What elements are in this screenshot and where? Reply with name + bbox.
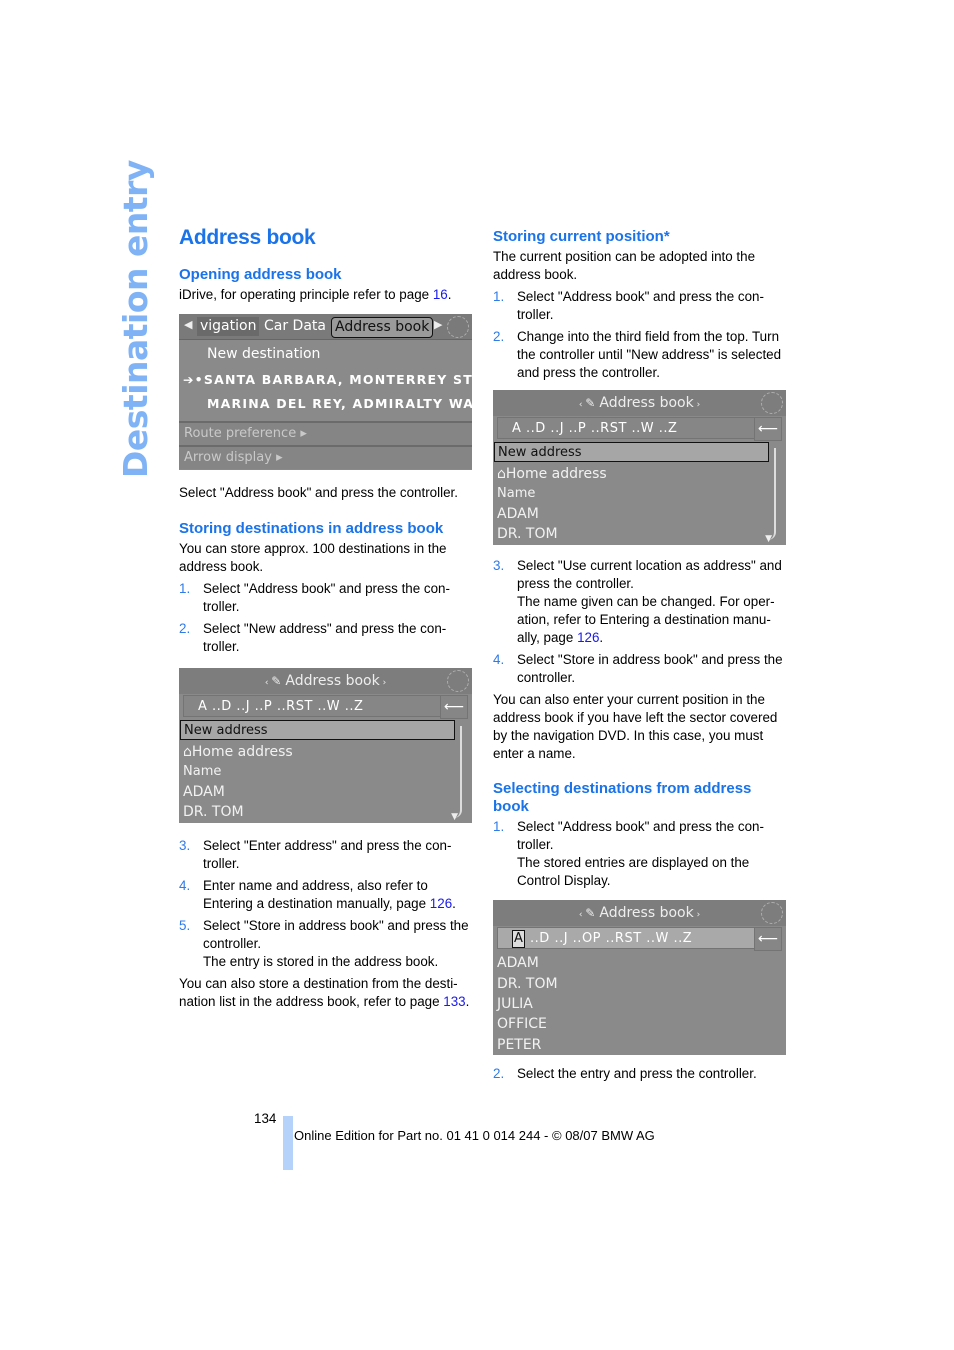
step: 3. Select "Enter address" and press the c… (179, 838, 452, 871)
storing-outro: You can also store a destination from th… (179, 976, 470, 1009)
step: 2. Select the entry and press the control… (493, 1066, 757, 1081)
step: 1. Select "Address book" and press the co… (179, 581, 450, 614)
scroll-right-icon: ▶ (434, 318, 443, 331)
selecting-steps: 1. Select "Address book" and press the co… (493, 818, 788, 890)
heading-selecting-destinations: Selecting destinations from address book (493, 780, 752, 815)
storing-steps-b: 3. Select "Enter address" and press the c… (179, 837, 474, 971)
step: 3. Select "Use current location as addres… (493, 558, 782, 645)
list-item[interactable]: ADAM (497, 505, 539, 523)
controller-icon (761, 392, 783, 414)
scrollbar[interactable] (454, 726, 462, 818)
list-item[interactable]: DR. TOM (183, 803, 244, 821)
alphabet-filter[interactable]: A ..D ..J ..P ..RST ..W ..Z (183, 695, 441, 717)
menu-item-arrow-display[interactable]: Arrow display ▸ (179, 445, 472, 469)
alphabet-filter[interactable]: A ..D ..J ..OP ..RST ..W ..Z (497, 927, 755, 949)
caption-select-address-book: Select "Address book" and press the cont… (179, 485, 458, 500)
step: 1. Select "Address book" and press the co… (493, 819, 764, 888)
step: 2. Select "New address" and press the con… (179, 621, 447, 654)
step: 4. Enter name and address, also refer to … (179, 878, 456, 911)
list-item-new-address[interactable]: New address (494, 442, 769, 462)
current-steps-b: 3. Select "Use current location as addres… (493, 557, 788, 687)
list-item-name[interactable]: Name (183, 763, 221, 781)
menu-item-marina-del-rey[interactable]: MARINA DEL REY, ADMIRALTY WA (207, 396, 472, 411)
tab-navigation[interactable]: vigation (197, 317, 260, 336)
heading-storing-destinations: Storing destinations in address book (179, 520, 444, 537)
scrollbar[interactable] (768, 448, 776, 540)
list-item[interactable]: DR. TOM (497, 525, 558, 543)
alphabet-filter[interactable]: A ..D ..J ..P ..RST ..W ..Z (497, 417, 755, 439)
alphabet-cursor[interactable]: A (512, 930, 526, 948)
heading-opening-address-book: Opening address book (179, 266, 342, 283)
section-side-title: Destination entry (116, 160, 155, 478)
left-column: Address book Opening address book iDrive… (179, 226, 474, 1011)
page-link-133[interactable]: 133 (443, 994, 465, 1009)
selecting-steps-2: 2. Select the entry and press the control… (493, 1065, 788, 1083)
footer-accent-bar (283, 1116, 293, 1170)
screenshot-address-book-current: ‹ ✎ Address book › A ..D ..J ..P ..RST ..… (493, 390, 786, 545)
tab-address-book[interactable]: Address book (331, 317, 434, 338)
controller-icon (761, 902, 783, 924)
screen-header: ‹ ✎ Address book › (179, 668, 472, 694)
list-item-new-address[interactable]: New address (180, 720, 455, 740)
list-item[interactable]: ADAM (497, 954, 539, 972)
heading-storing-current-position: Storing current position* (493, 228, 670, 245)
list-item-home-address[interactable]: ⌂Home address (183, 743, 293, 761)
screen-header: ‹ ✎ Address book › (493, 390, 786, 416)
list-item[interactable]: DR. TOM (497, 975, 558, 993)
tab-bar: ◀ vigation Car Data Address book ▶ (179, 314, 472, 340)
page-link-16[interactable]: 16 (433, 287, 448, 302)
list-item[interactable]: JULIA (497, 995, 533, 1013)
current-steps-a: 1. Select "Address book" and press the co… (493, 288, 788, 382)
screenshot-address-book-entries: ‹ ✎ Address book › A ..D ..J ..OP ..RST .… (493, 900, 786, 1055)
list-item-name[interactable]: Name (497, 485, 535, 503)
scroll-down-icon: ▼ (765, 534, 772, 544)
controller-icon (447, 316, 469, 338)
tab-car-data[interactable]: Car Data (261, 317, 329, 336)
footer-edition-text: Online Edition for Part no. 01 41 0 014 … (294, 1128, 655, 1143)
menu-item-santa-barbara[interactable]: ➔•SANTA BARBARA, MONTERREY ST (183, 372, 472, 387)
storing-intro: You can store approx. 100 destinations i… (179, 541, 447, 574)
current-intro: The current position can be adopted into… (493, 249, 756, 282)
current-destination-arrow-icon: ➔• (183, 372, 204, 387)
list-item[interactable]: ADAM (183, 783, 225, 801)
right-column: Storing current position* The current po… (493, 228, 788, 1087)
page-link-126[interactable]: 126 (577, 630, 599, 645)
address-book-icon: ✎ (585, 396, 596, 410)
address-book-icon: ✎ (585, 906, 596, 920)
scroll-left-icon: ◀ (184, 318, 193, 331)
storing-steps-a: 1. Select "Address book" and press the co… (179, 580, 474, 656)
address-book-icon: ✎ (271, 674, 282, 688)
controller-icon (447, 670, 469, 692)
back-arrow-icon[interactable]: ⟵ (754, 927, 782, 951)
page-title: Address book (179, 226, 316, 249)
scroll-down-icon: ▼ (451, 812, 458, 822)
list-item[interactable]: OFFICE (497, 1015, 547, 1033)
step: 1. Select "Address book" and press the co… (493, 289, 764, 322)
page-number: 134 (254, 1111, 277, 1126)
page-link-126[interactable]: 126 (430, 896, 452, 911)
list-item[interactable]: PETER (497, 1036, 541, 1054)
list-item-home-address[interactable]: ⌂Home address (497, 465, 607, 483)
menu-item-route-preference[interactable]: Route preference ▸ (179, 421, 472, 445)
screenshot-address-book-new: ‹ ✎ Address book › A ..D ..J ..P ..RST ..… (179, 668, 472, 823)
step: 2. Change into the third field from the t… (493, 329, 782, 380)
screen-header: ‹ ✎ Address book › (493, 900, 786, 926)
current-outro: You can also enter your current position… (493, 692, 778, 761)
screenshot-navigation-menu: ◀ vigation Car Data Address book ▶ New d… (179, 314, 472, 470)
menu-item-new-destination[interactable]: New destination (207, 346, 472, 362)
step: 4. Select "Store in address book" and pre… (493, 652, 783, 685)
step: 5. Select "Store in address book" and pre… (179, 918, 469, 969)
opening-text: iDrive, for operating principle refer to… (179, 287, 452, 302)
back-arrow-icon[interactable]: ⟵ (754, 417, 782, 441)
back-arrow-icon[interactable]: ⟵ (440, 695, 468, 719)
